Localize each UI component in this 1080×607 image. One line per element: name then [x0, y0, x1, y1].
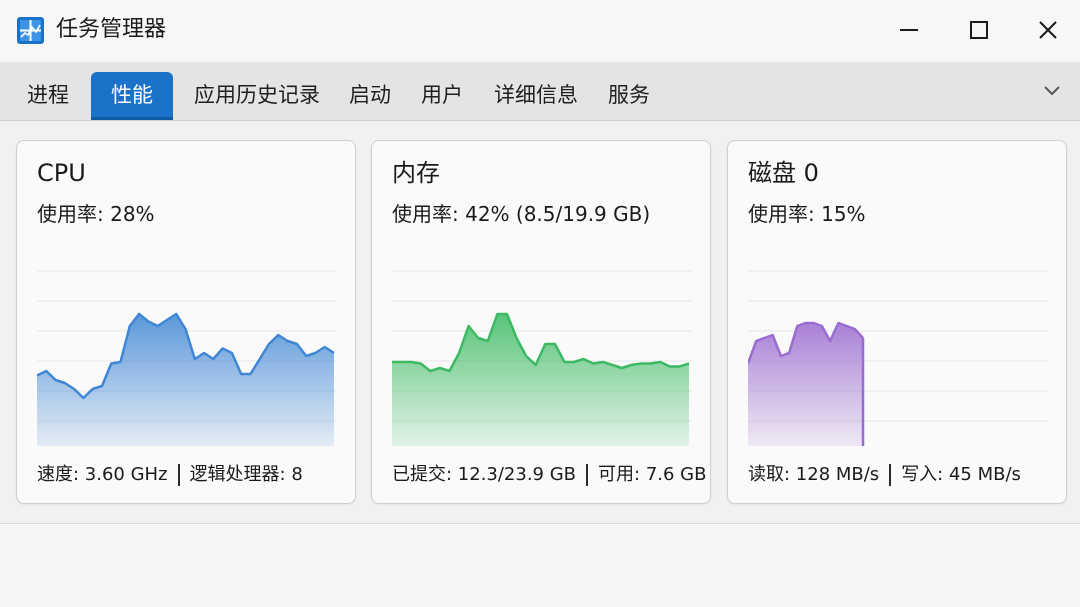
tab-bar: 进程 性能 应用历史记录 启动 用户 详细信息 服务: [0, 62, 1080, 121]
cpu-speed: 速度: 3.60 GHz: [37, 464, 168, 485]
minimize-button[interactable]: [887, 10, 931, 50]
close-icon: [1039, 21, 1057, 39]
disk-usage: 使用率: 15%: [748, 202, 866, 226]
cpu-graph-area: [37, 314, 334, 446]
memory-graph-area: [392, 314, 689, 446]
maximize-button[interactable]: [957, 10, 1001, 50]
window-title: 任务管理器: [56, 17, 167, 42]
cpu-footer: 速度: 3.60 GHz 逻辑处理器: 8: [37, 461, 303, 489]
disk-graph-area: [748, 323, 863, 446]
window-footer: [0, 524, 1080, 607]
tab-app-history[interactable]: 应用历史记录: [184, 72, 330, 120]
footer-separator: [586, 464, 589, 486]
tab-services[interactable]: 服务: [597, 72, 661, 120]
disk-write-speed: 写入: 45 MB/s: [901, 464, 1021, 485]
tab-processes[interactable]: 进程: [14, 72, 82, 120]
task-manager-app-icon: [17, 17, 44, 44]
memory-footer: 已提交: 12.3/23.9 GB 可用: 7.6 GB: [392, 461, 706, 489]
memory-available: 可用: 7.6 GB: [598, 464, 707, 485]
cpu-card[interactable]: CPU 使用率: 28% 速度: 3.60 GHz 逻辑处理器: 8: [16, 140, 356, 504]
maximize-icon: [970, 21, 988, 39]
memory-title: 内存: [392, 159, 440, 187]
memory-card[interactable]: 内存 使用率: 42% (8.5/19.9 GB) 已提交: 12.3/23.9…: [371, 140, 711, 504]
tab-performance[interactable]: 性能: [91, 72, 173, 120]
memory-committed: 已提交: 12.3/23.9 GB: [392, 464, 577, 485]
cpu-logical-processors: 逻辑处理器: 8: [189, 464, 303, 485]
disk-footer: 读取: 128 MB/s 写入: 45 MB/s: [748, 461, 1021, 489]
minimize-icon: [900, 29, 918, 31]
disk-card[interactable]: 磁盘 0 使用率: 15% 读取: 128 MB/s 写入: 45 MB/s: [727, 140, 1067, 504]
disk-read-speed: 读取: 128 MB/s: [748, 464, 880, 485]
tab-users[interactable]: 用户: [410, 72, 474, 120]
cpu-title: CPU: [37, 159, 86, 187]
close-button[interactable]: [1026, 10, 1070, 50]
disk-title: 磁盘 0: [748, 159, 819, 187]
disk-usage-graph: [748, 270, 1048, 446]
footer-separator: [889, 464, 892, 486]
cpu-usage: 使用率: 28%: [37, 202, 155, 226]
tab-details[interactable]: 详细信息: [484, 72, 588, 120]
memory-usage: 使用率: 42% (8.5/19.9 GB): [392, 202, 651, 226]
title-bar: 任务管理器: [0, 0, 1080, 60]
tab-startup[interactable]: 启动: [338, 72, 402, 120]
cpu-usage-graph: [37, 270, 337, 446]
footer-separator: [177, 464, 180, 486]
chevron-down-icon[interactable]: [1040, 83, 1064, 99]
memory-usage-graph: [392, 270, 692, 446]
